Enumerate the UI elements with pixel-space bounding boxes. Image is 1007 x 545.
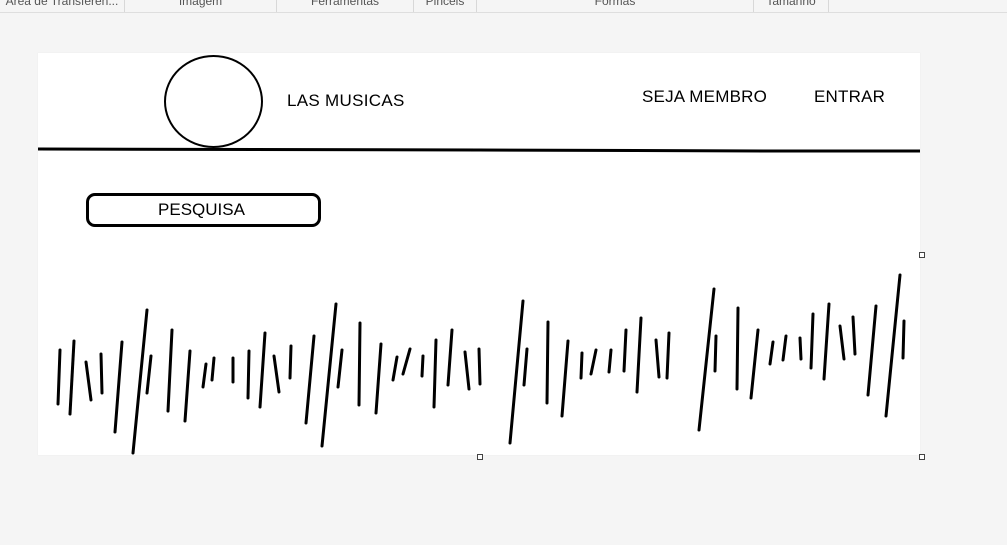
waveform-stroke	[735, 306, 740, 391]
ribbon-group-brushes[interactable]: Pincéis	[414, 0, 476, 12]
waveform-stroke	[420, 354, 425, 378]
waveform-stroke	[607, 348, 613, 374]
waveform-stroke	[357, 321, 362, 407]
waveform-stroke	[432, 338, 438, 409]
waveform-stroke	[665, 331, 671, 380]
waveform-stroke	[145, 354, 153, 395]
waveform-stroke	[579, 351, 584, 380]
waveform-stroke	[822, 302, 831, 381]
search-input[interactable]: PESQUISA	[86, 193, 321, 227]
ribbon-group-shapes[interactable]: Formas	[477, 0, 753, 12]
paint-ribbon: Área de Transferên... Imagem Ferramentas…	[0, 0, 1007, 13]
waveform-stroke	[84, 360, 93, 402]
waveform-stroke	[545, 320, 550, 405]
waveform-stroke	[809, 312, 815, 370]
waveform-stroke	[798, 336, 803, 361]
waveform-stroke	[68, 339, 76, 416]
waveform-stroke	[99, 352, 104, 395]
waveform-stroke	[391, 355, 399, 382]
waveform-stroke	[304, 334, 316, 425]
waveform-stroke	[463, 350, 471, 391]
waveform-stroke	[884, 273, 902, 418]
ribbon-group-clipboard[interactable]: Área de Transferên...	[0, 0, 124, 12]
canvas-resize-handle-bottom[interactable]	[477, 454, 483, 460]
waveform-stroke	[768, 340, 775, 366]
waveform-stroke	[166, 328, 174, 413]
waveform-stroke	[508, 299, 525, 445]
waveform-stroke	[320, 302, 338, 448]
ribbon-group-size[interactable]: Tamanho	[754, 0, 828, 12]
waveform-stroke	[272, 354, 281, 394]
canvas-resize-handle-right[interactable]	[919, 252, 925, 258]
header-divider-line	[38, 147, 920, 153]
waveform-stroke	[654, 338, 661, 379]
waveform-stroke	[210, 356, 216, 382]
waveform-stroke	[622, 328, 628, 373]
waveform-stroke	[336, 348, 344, 389]
waveform-stroke	[288, 344, 293, 380]
waveform-stroke	[697, 287, 716, 432]
waveform-stroke	[477, 347, 482, 386]
waveform-stroke	[866, 304, 878, 397]
waveform-stroke	[901, 319, 906, 360]
waveform-icon	[56, 273, 906, 455]
waveform-stroke	[131, 308, 149, 455]
search-label: PESQUISA	[158, 200, 245, 219]
waveform-stroke	[113, 340, 124, 434]
logo-circle	[164, 55, 263, 148]
nav-login-link[interactable]: ENTRAR	[814, 87, 885, 107]
waveform-stroke	[560, 339, 570, 418]
paint-canvas[interactable]: LAS MUSICAS SEJA MEMBRO ENTRAR PESQUISA	[38, 53, 920, 455]
waveform-stroke	[246, 349, 251, 400]
waveform-stroke	[258, 331, 267, 409]
waveform-stroke	[201, 362, 208, 389]
nav-signup-link[interactable]: SEJA MEMBRO	[642, 87, 767, 107]
waveform-stroke	[749, 328, 760, 400]
ribbon-separator	[828, 0, 829, 12]
ribbon-group-image[interactable]: Imagem	[125, 0, 276, 12]
waveform-stroke	[589, 348, 598, 376]
canvas-resize-handle-corner[interactable]	[919, 454, 925, 460]
waveform-stroke	[522, 347, 529, 387]
waveform-stroke	[781, 334, 788, 362]
waveform-stroke	[56, 348, 62, 406]
ribbon-group-tools[interactable]: Ferramentas	[277, 0, 413, 12]
waveform-stroke	[838, 324, 846, 361]
waveform-stroke	[401, 347, 412, 376]
waveform-stroke	[446, 328, 454, 387]
waveform-stroke	[183, 349, 192, 423]
waveform-stroke	[635, 316, 643, 394]
waveform-stroke	[851, 315, 857, 356]
waveform-stroke	[713, 334, 718, 373]
waveform-stroke	[374, 342, 383, 415]
site-title: LAS MUSICAS	[287, 91, 405, 110]
